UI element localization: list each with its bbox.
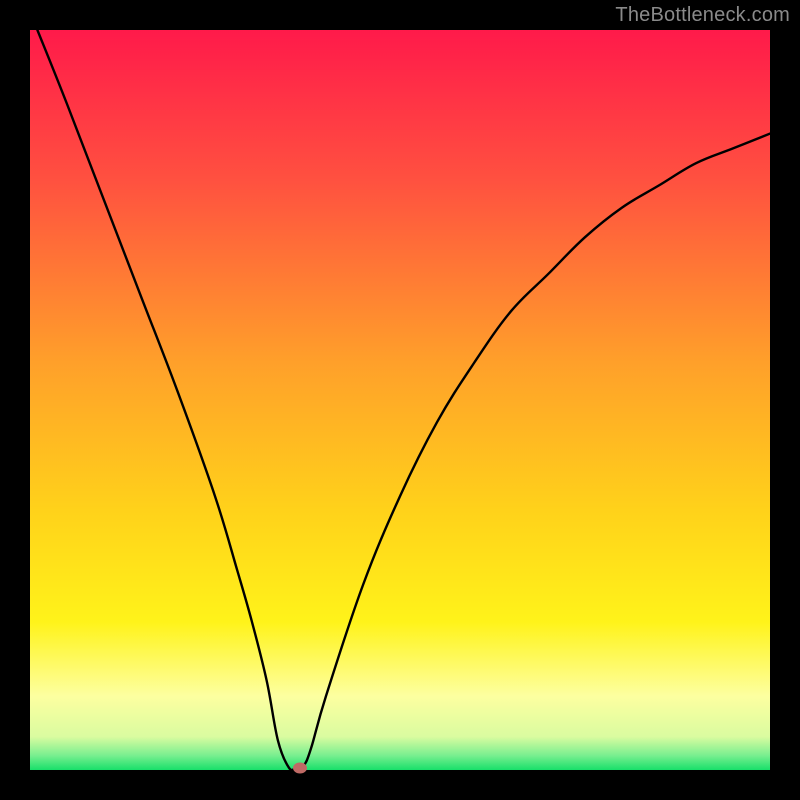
chart-frame: TheBottleneck.com <box>0 0 800 800</box>
plot-area <box>30 30 770 770</box>
plot-svg <box>30 30 770 770</box>
watermark-text: TheBottleneck.com <box>615 4 790 27</box>
gradient-background <box>30 30 770 770</box>
optimal-point-marker <box>293 762 307 773</box>
